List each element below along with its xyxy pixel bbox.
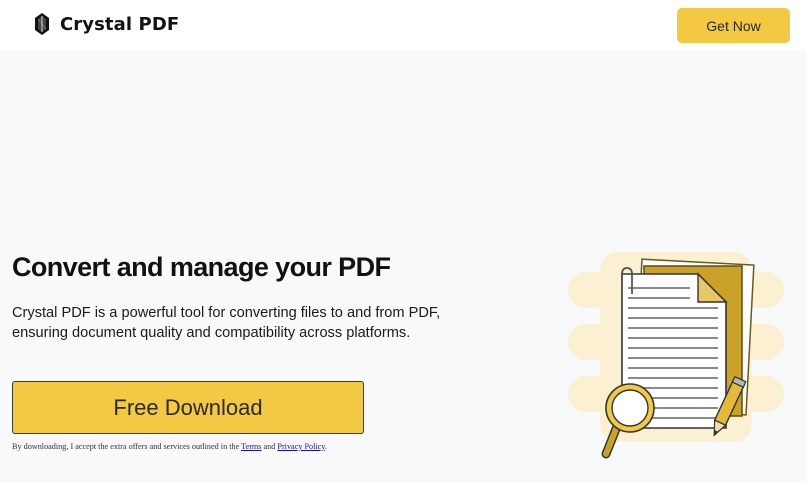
crystal-logo-icon xyxy=(35,13,49,35)
disclaimer-end: . xyxy=(324,442,327,451)
brand[interactable]: Crystal PDF xyxy=(34,12,179,36)
privacy-policy-link[interactable]: Privacy Policy xyxy=(277,442,324,451)
disclaimer-and: and xyxy=(263,442,276,451)
hero-description: Crystal PDF is a powerful tool for conve… xyxy=(12,305,441,341)
documents-with-magnifier-and-pencil-illustration xyxy=(568,252,784,459)
disclaimer-text: By downloading, I accept the extra offer… xyxy=(12,442,240,451)
download-disclaimer: By downloading, I accept the extra offer… xyxy=(12,442,327,451)
free-download-button[interactable]: Free Download xyxy=(12,381,364,434)
brand-name: Crystal PDF xyxy=(60,13,180,35)
terms-link[interactable]: Terms xyxy=(241,442,261,451)
site-header: Crystal PDF Get Now xyxy=(0,0,807,50)
get-now-button[interactable]: Get Now xyxy=(677,8,790,43)
page-title: Convert and manage your PDF xyxy=(12,252,391,282)
